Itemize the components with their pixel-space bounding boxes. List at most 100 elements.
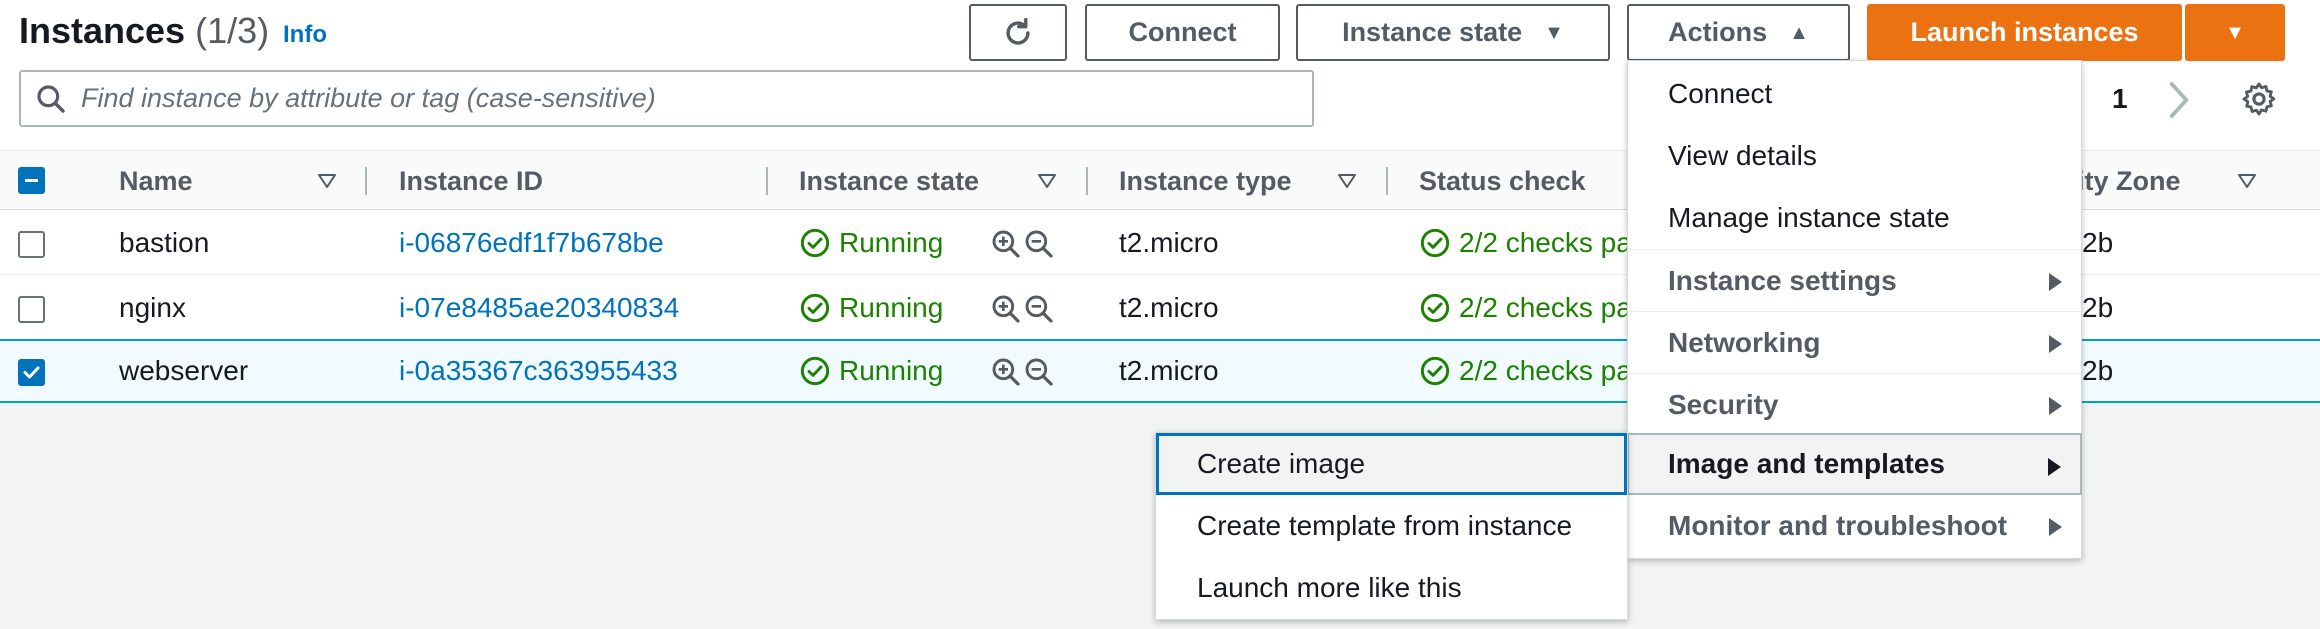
caret-right-icon	[2049, 273, 2062, 291]
menu-group-label: Monitor and troubleshoot	[1668, 510, 2008, 541]
cell-name: webserver	[119, 355, 249, 386]
menu-group-instance-settings[interactable]: Instance settings	[1628, 249, 2081, 311]
instance-state-label: Running	[839, 227, 944, 258]
cell-instance-id-link[interactable]: i-06876edf1f7b678be	[399, 211, 664, 275]
menu-item-create-image[interactable]: Create image	[1156, 433, 1627, 495]
page-number[interactable]: 1	[2112, 83, 2128, 115]
cell-instance-state: Running	[799, 339, 943, 403]
page-title-text: Instances	[19, 10, 186, 51]
row-checkbox[interactable]	[18, 231, 45, 258]
sort-icon[interactable]	[1337, 173, 1357, 189]
info-link[interactable]: Info	[283, 21, 327, 49]
select-all-checkbox[interactable]	[18, 167, 45, 194]
column-header-status-check[interactable]: Status check	[1419, 151, 1586, 211]
menu-item-create-template[interactable]: Create template from instance	[1156, 495, 1627, 557]
column-header-instance-type[interactable]: Instance type	[1119, 151, 1292, 211]
instance-state-label: Running	[839, 292, 944, 323]
sort-icon[interactable]	[1037, 173, 1057, 189]
launch-instances-button[interactable]: Launch instances	[1867, 4, 2182, 61]
image-and-templates-submenu: Create image Create template from instan…	[1155, 432, 1628, 620]
menu-item-label: Create image	[1197, 448, 1366, 479]
column-divider[interactable]	[1386, 167, 1388, 195]
launch-dropdown-button[interactable]: ▼	[2185, 4, 2285, 61]
caret-right-icon	[2049, 335, 2062, 353]
menu-item-launch-more-like-this[interactable]: Launch more like this	[1156, 557, 1627, 619]
status-check-label: 2/2 checks pa	[1459, 227, 1632, 258]
panel-header: Instances (1/3) Info Connect Instance st…	[0, 0, 2320, 64]
menu-group-image-and-templates[interactable]: Image and templates	[1627, 433, 2082, 495]
menu-group-networking[interactable]: Networking	[1628, 311, 2081, 373]
caret-down-icon: ▼	[2225, 21, 2245, 44]
cell-status-check: 2/2 checks pa	[1419, 276, 1632, 340]
menu-group-label: Instance settings	[1668, 264, 1897, 296]
cell-instance-type: t2.micro	[1119, 227, 1219, 258]
cell-instance-id-link[interactable]: i-0a35367c363955433	[399, 339, 678, 403]
row-checkbox-checked[interactable]	[18, 359, 45, 386]
connect-button[interactable]: Connect	[1085, 4, 1280, 61]
menu-item-label: Manage instance state	[1668, 202, 1950, 233]
actions-menu: Connect View details Manage instance sta…	[1627, 60, 2082, 559]
column-header-instance-state[interactable]: Instance state	[799, 151, 979, 211]
cell-instance-state: Running	[799, 211, 943, 275]
search-bar[interactable]	[19, 70, 1314, 127]
column-divider[interactable]	[766, 167, 768, 195]
status-check-label: 2/2 checks pa	[1459, 292, 1632, 323]
instance-count: (1/3)	[195, 10, 270, 51]
check-circle-icon	[1420, 293, 1450, 323]
cell-name: nginx	[119, 292, 186, 323]
status-check-label: 2/2 checks pa	[1459, 355, 1632, 386]
column-header-name[interactable]: Name	[119, 151, 193, 211]
check-circle-icon	[800, 293, 830, 323]
menu-group-monitor-and-troubleshoot[interactable]: Monitor and troubleshoot	[1628, 495, 2081, 557]
zoom-out-icon[interactable]	[1023, 356, 1055, 388]
actions-button-label: Actions	[1668, 17, 1768, 47]
actions-button[interactable]: Actions ▲	[1627, 4, 1850, 61]
cell-instance-type: t2.micro	[1119, 355, 1219, 386]
check-circle-icon	[800, 228, 830, 258]
cell-availability-zone: 2b	[2082, 355, 2114, 386]
column-divider[interactable]	[365, 167, 367, 195]
column-header-label: Instance type	[1119, 165, 1292, 196]
zoom-in-icon[interactable]	[990, 293, 1022, 325]
column-header-instance-id[interactable]: Instance ID	[399, 151, 543, 211]
menu-group-label: Image and templates	[1668, 448, 1945, 479]
search-input[interactable]	[81, 83, 1261, 114]
search-icon	[37, 84, 65, 113]
zoom-out-icon[interactable]	[1023, 228, 1055, 260]
caret-right-icon	[2049, 397, 2062, 415]
cell-instance-id-link[interactable]: i-07e8485ae20340834	[399, 276, 679, 340]
column-divider[interactable]	[1086, 167, 1088, 195]
caret-right-icon	[2049, 518, 2062, 536]
instance-state-button-label: Instance state	[1342, 17, 1523, 47]
connect-button-label: Connect	[1128, 17, 1237, 47]
zoom-in-icon[interactable]	[990, 228, 1022, 260]
row-checkbox[interactable]	[18, 296, 45, 323]
cell-status-check: 2/2 checks pa	[1419, 339, 1632, 403]
checkmark-icon	[23, 366, 40, 379]
menu-group-label: Networking	[1668, 326, 1821, 358]
menu-item-view-details[interactable]: View details	[1628, 125, 2081, 187]
cell-name: bastion	[119, 227, 210, 258]
instance-state-button[interactable]: Instance state ▼	[1296, 4, 1610, 61]
refresh-button[interactable]	[969, 4, 1067, 61]
sort-icon[interactable]	[317, 173, 337, 189]
column-header-label: Status check	[1419, 165, 1586, 196]
gear-icon[interactable]	[2240, 80, 2278, 118]
menu-item-label: Launch more like this	[1197, 572, 1462, 603]
zoom-out-icon[interactable]	[1023, 293, 1055, 325]
check-circle-icon	[1420, 356, 1450, 386]
zoom-in-icon[interactable]	[990, 356, 1022, 388]
cell-instance-state: Running	[799, 276, 943, 340]
caret-right-icon	[2048, 458, 2061, 476]
menu-group-security[interactable]: Security	[1628, 373, 2081, 435]
menu-item-manage-instance-state[interactable]: Manage instance state	[1628, 187, 2081, 249]
column-header-label: Instance state	[799, 165, 980, 196]
menu-item-label: Connect	[1668, 78, 1773, 109]
menu-item-connect[interactable]: Connect	[1628, 63, 2081, 125]
menu-item-label: View details	[1668, 140, 1817, 171]
sort-icon[interactable]	[2237, 173, 2257, 189]
launch-instances-button-label: Launch instances	[1910, 17, 2139, 47]
column-header-label: Instance ID	[399, 165, 544, 196]
cell-availability-zone: 2b	[2082, 292, 2114, 323]
chevron-right-icon[interactable]	[2164, 78, 2194, 122]
